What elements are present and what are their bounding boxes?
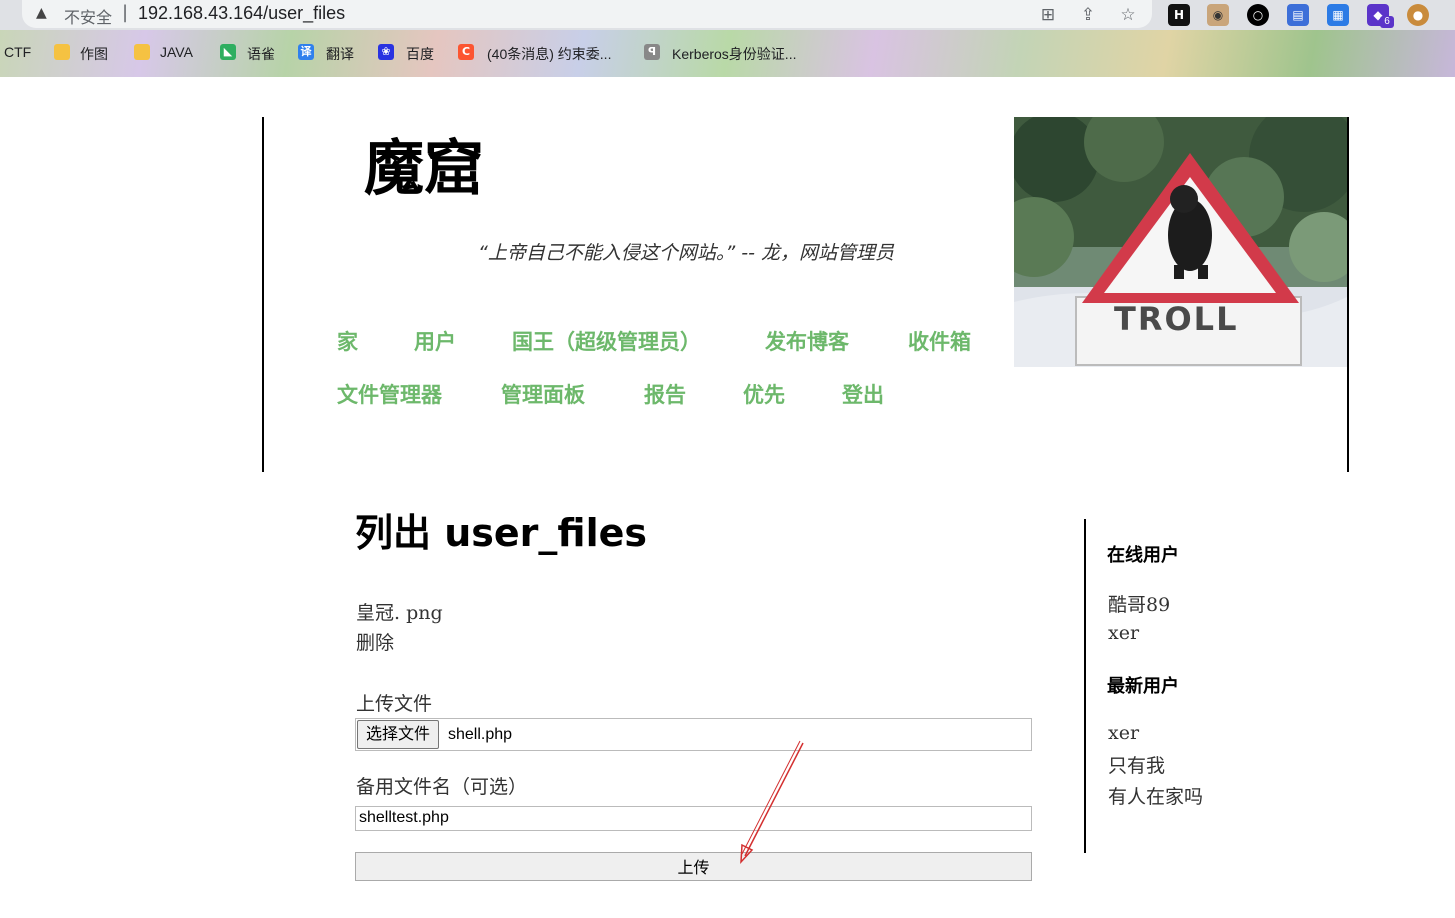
bookmark-yuque[interactable]: 语雀	[247, 44, 275, 64]
alt-name-label: 备用文件名（可选）	[356, 776, 528, 798]
nav-post-blog[interactable]: 发布博客	[765, 326, 849, 356]
alt-name-value: shelltest.php	[359, 809, 449, 826]
online-user-item[interactable]: 酷哥89	[1108, 590, 1170, 617]
bookmark-csdn[interactable]: (40条消息) 约束委...	[487, 44, 611, 64]
nav-report[interactable]: 报告	[644, 379, 686, 409]
nav-logout[interactable]: 登出	[842, 379, 884, 409]
yuque-icon: ◣	[220, 44, 236, 60]
cookie-icon[interactable]: ●	[1407, 4, 1429, 26]
separator: |	[122, 2, 129, 23]
chosen-file-name: shell.php	[448, 726, 513, 743]
security-label[interactable]: 不安全	[64, 4, 112, 28]
page-title: 列出 user_files	[355, 511, 647, 555]
bookmark-draw[interactable]: 作图	[80, 44, 108, 64]
file-input[interactable]: 选择文件 shell.php	[355, 718, 1032, 751]
delete-link[interactable]: 删除	[356, 628, 394, 655]
newest-users-title: 最新用户	[1107, 676, 1179, 697]
alt-name-input[interactable]: shelltest.php	[355, 806, 1032, 831]
warning-icon[interactable]: ▲	[36, 5, 47, 21]
kerberos-icon: ꟼ	[644, 44, 660, 60]
nav-users[interactable]: 用户	[414, 326, 456, 356]
nav-file-manager[interactable]: 文件管理器	[337, 379, 442, 409]
troll-sign-image: TROLL	[1014, 117, 1347, 367]
bookmarks-bar: CTF 作图 JAVA ◣ 语雀 译 翻译 ❀ 百度 C (40条消息) 约束委…	[0, 30, 1455, 77]
nav-priority[interactable]: 优先	[743, 379, 785, 409]
folder-icon	[134, 44, 150, 60]
bookmark-kerberos[interactable]: Kerberos身份验证...	[672, 44, 796, 64]
translate-icon[interactable]: ⊞	[1037, 4, 1059, 26]
nav-king[interactable]: 国王（超级管理员）	[512, 326, 701, 356]
newest-user-item[interactable]: xer	[1108, 722, 1139, 744]
site-tagline: “上帝自己不能入侵这个网站。” -- 龙，网站管理员	[478, 242, 894, 264]
troll-sign-text: TROLL	[1114, 300, 1239, 338]
extension-owl-icon[interactable]: ◉	[1207, 4, 1229, 26]
bookmark-ctf[interactable]: CTF	[4, 44, 31, 60]
baidu-icon: ❀	[378, 44, 394, 60]
nav-inbox[interactable]: 收件箱	[908, 326, 971, 356]
share-icon[interactable]: ⇪	[1077, 4, 1099, 26]
bookmark-translate[interactable]: 翻译	[326, 44, 354, 64]
online-users-title: 在线用户	[1107, 545, 1179, 566]
extension-file-icon[interactable]: ▦	[1327, 4, 1349, 26]
sidebar-border	[1084, 519, 1086, 853]
csdn-icon: C	[458, 44, 474, 60]
bookmark-java[interactable]: JAVA	[160, 44, 193, 60]
address-bar[interactable]: ▲ 不安全 | 192.168.43.164/user_files	[22, 0, 1152, 28]
extension-h-icon[interactable]: H	[1168, 4, 1190, 26]
upload-button[interactable]: 上传	[355, 852, 1032, 881]
nav-home[interactable]: 家	[337, 326, 358, 356]
url-text[interactable]: 192.168.43.164/user_files	[138, 3, 345, 24]
upload-label: 上传文件	[356, 693, 433, 715]
header-border-right	[1347, 117, 1349, 472]
folder-icon	[54, 44, 70, 60]
newest-user-item[interactable]: 有人在家吗	[1108, 782, 1203, 809]
nav-admin-panel[interactable]: 管理面板	[501, 379, 585, 409]
browser-toolbar: ▲ 不安全 | 192.168.43.164/user_files ⊞ ⇪ ☆ …	[0, 0, 1455, 30]
extension-ring-icon[interactable]: ○	[1247, 4, 1269, 26]
choose-file-button[interactable]: 选择文件	[357, 720, 440, 749]
header-border-left	[262, 117, 264, 472]
bookmark-baidu[interactable]: 百度	[406, 44, 434, 64]
bookmark-star-icon[interactable]: ☆	[1117, 4, 1139, 26]
newest-user-item[interactable]: 只有我	[1108, 751, 1165, 778]
online-user-item[interactable]: xer	[1108, 622, 1139, 644]
extension-save-icon[interactable]: ▤	[1287, 4, 1309, 26]
site-title: 魔窟	[364, 134, 484, 204]
extension-count: 6	[1380, 16, 1394, 28]
translate-icon: 译	[298, 44, 314, 60]
file-item-name[interactable]: 皇冠. png	[356, 598, 443, 625]
